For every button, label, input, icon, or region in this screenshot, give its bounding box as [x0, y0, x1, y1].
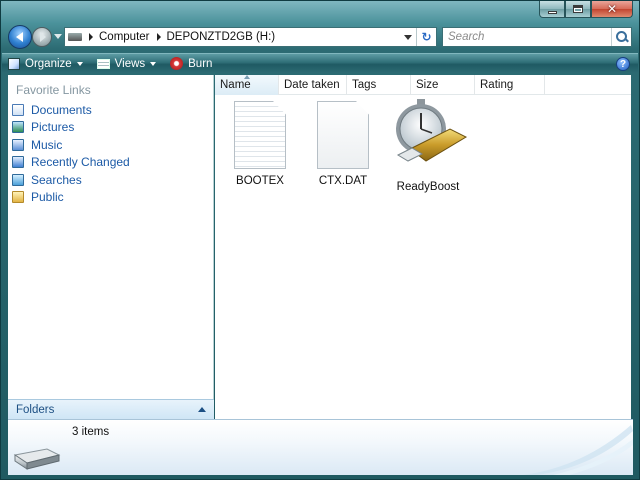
column-header-rating[interactable]: Rating [475, 75, 545, 95]
close-button[interactable]: ✕ [591, 1, 633, 18]
favorite-links-list: Documents Pictures Music Recently Change… [12, 101, 130, 206]
folders-label: Folders [16, 403, 55, 416]
search-box[interactable]: Search [442, 27, 632, 47]
pictures-icon [12, 121, 24, 134]
blank-document-icon [317, 101, 369, 169]
file-name: ReadyBoost [396, 181, 460, 193]
burn-disc-icon [170, 57, 184, 70]
favorite-link-label: Documents [31, 102, 92, 117]
navigation-pane: Favorite Links Documents Pictures Music … [8, 75, 214, 418]
help-icon[interactable]: ? [616, 57, 630, 71]
column-header-label: Date taken [284, 79, 340, 91]
address-bar[interactable]: Computer DEPONZTD2GB (H:) ↻ [64, 27, 437, 47]
file-item-readyboost[interactable]: ReadyBoost [388, 97, 468, 193]
forward-arrow-icon [40, 32, 46, 42]
breadcrumb-separator-icon[interactable] [156, 33, 161, 41]
favorite-link-label: Music [31, 137, 63, 152]
minimize-icon [547, 10, 557, 14]
column-header-date-taken[interactable]: Date taken [279, 75, 347, 95]
explorer-window: ✕ Computer DEPONZTD2GB (H:) ↻ Search Org… [0, 0, 640, 480]
usb-drive-icon [13, 448, 61, 470]
decorative-swoosh [523, 425, 633, 475]
details-pane: 3 items [8, 419, 633, 475]
favorite-link-label: Pictures [31, 120, 75, 135]
favorite-link-public[interactable]: Public [12, 189, 130, 207]
favorite-link-recently-changed[interactable]: Recently Changed [12, 154, 130, 172]
file-item-ctx-dat[interactable]: CTX.DAT [303, 101, 383, 187]
searches-icon [12, 173, 24, 186]
computer-icon [68, 33, 82, 41]
public-folder-icon [12, 191, 24, 204]
favorite-link-label: Public [31, 190, 64, 205]
search-input[interactable]: Search [448, 31, 611, 43]
column-header-label: Tags [352, 79, 377, 91]
favorite-link-documents[interactable]: Documents [12, 101, 130, 119]
column-header-tags[interactable]: Tags [347, 75, 411, 95]
chevron-down-icon [150, 61, 157, 66]
column-header-size[interactable]: Size [411, 75, 475, 95]
views-button[interactable]: Views [91, 54, 164, 73]
text-document-icon [234, 101, 286, 169]
readyboost-icon [396, 99, 468, 162]
views-label: Views [114, 57, 146, 70]
address-dropdown-icon[interactable] [404, 35, 412, 40]
minimize-button[interactable] [539, 1, 565, 18]
column-headers: Name Date taken Tags Size Rating [215, 75, 631, 95]
sort-ascending-icon [244, 75, 250, 79]
favorite-link-music[interactable]: Music [12, 136, 130, 154]
views-icon [96, 58, 110, 69]
forward-button[interactable] [32, 27, 52, 47]
favorite-link-label: Recently Changed [31, 155, 130, 170]
column-header-label: Size [416, 79, 439, 91]
documents-icon [12, 103, 24, 116]
organize-icon [8, 57, 20, 70]
favorite-link-pictures[interactable]: Pictures [12, 119, 130, 137]
close-icon: ✕ [606, 2, 618, 16]
column-header-label: Name [220, 79, 251, 91]
chevron-up-icon [198, 407, 206, 412]
refresh-button[interactable]: ↻ [416, 28, 436, 46]
column-header-name[interactable]: Name [215, 75, 279, 95]
item-count: 3 items [72, 426, 110, 438]
favorite-link-searches[interactable]: Searches [12, 171, 130, 189]
breadcrumb-computer[interactable]: Computer [99, 31, 150, 43]
caption-buttons: ✕ [539, 1, 633, 18]
recent-pages-dropdown[interactable] [54, 34, 62, 39]
file-list: Name Date taken Tags Size Rating BOOTEX [215, 75, 631, 419]
search-icon[interactable] [611, 28, 631, 46]
breadcrumb-drive[interactable]: DEPONZTD2GB (H:) [167, 31, 276, 43]
file-name: CTX.DAT [318, 175, 368, 187]
file-name: BOOTEX [236, 175, 284, 187]
recently-changed-icon [12, 156, 24, 169]
burn-label: Burn [188, 57, 213, 70]
file-item-bootex[interactable]: BOOTEX [220, 101, 300, 187]
folders-toggle[interactable]: Folders [8, 399, 214, 419]
organize-button[interactable]: Organize [2, 54, 91, 73]
chevron-down-icon [76, 61, 83, 66]
music-icon [12, 138, 24, 151]
organize-label: Organize [25, 57, 72, 70]
maximize-icon [573, 5, 583, 13]
maximize-button[interactable] [565, 1, 591, 18]
column-header-label: Rating [480, 79, 514, 91]
command-bar: Organize Views Burn ? [2, 53, 638, 73]
burn-button[interactable]: Burn [164, 54, 225, 73]
back-button[interactable] [8, 25, 32, 49]
breadcrumb-separator-icon[interactable] [89, 33, 93, 41]
back-arrow-icon [15, 32, 23, 42]
favorite-link-label: Searches [31, 172, 82, 187]
favorite-links-header: Favorite Links [16, 83, 91, 97]
